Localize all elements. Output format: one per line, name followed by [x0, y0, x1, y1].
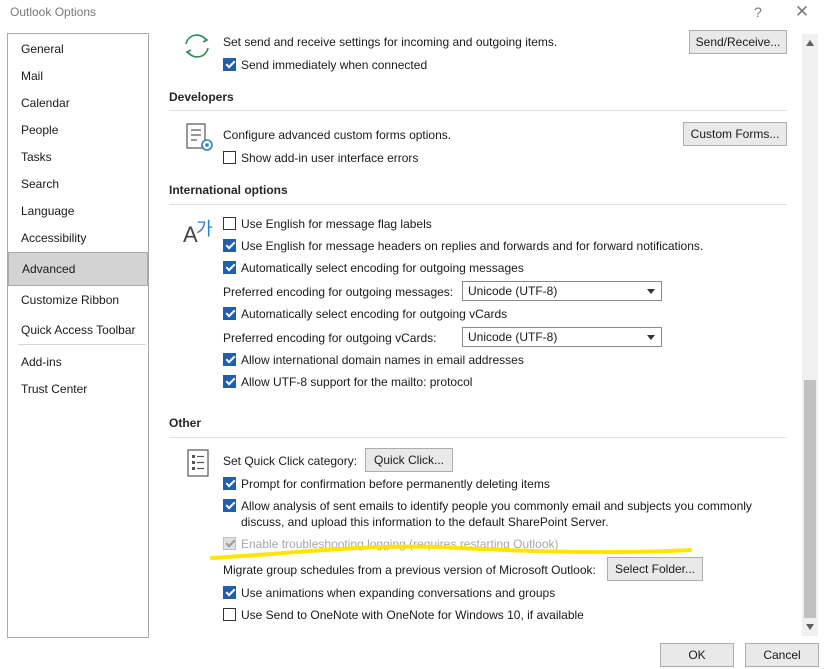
send-immediately-checkbox[interactable]: [223, 58, 236, 71]
intl-domain-names-checkbox[interactable]: [223, 353, 236, 366]
scroll-down-icon[interactable]: [806, 624, 814, 630]
section-divider: [169, 204, 787, 205]
scrollbar-thumb[interactable]: [804, 380, 816, 618]
auto-encoding-messages-checkbox[interactable]: [223, 261, 236, 274]
utf8-mailto-label: Allow UTF-8 support for the mailto: prot…: [241, 375, 473, 389]
english-headers-label: Use English for message headers on repli…: [241, 239, 704, 253]
custom-forms-button[interactable]: Custom Forms...: [683, 122, 787, 146]
nav-item-tasks[interactable]: Tasks: [8, 146, 148, 168]
english-flag-labels-checkbox[interactable]: [223, 217, 236, 230]
section-divider: [169, 110, 787, 111]
allow-analysis-label-line1: Allow analysis of sent emails to identif…: [241, 499, 752, 513]
animations-checkbox[interactable]: [223, 586, 236, 599]
window-title: Outlook Options: [10, 5, 97, 19]
preferred-encoding-messages-select[interactable]: Unicode (UTF-8): [462, 281, 662, 301]
cancel-button[interactable]: Cancel: [745, 643, 819, 667]
send-receive-description: Set send and receive settings for incomi…: [223, 35, 558, 49]
ok-button[interactable]: OK: [660, 643, 734, 667]
preferred-encoding-vcards-label: Preferred encoding for outgoing vCards:: [223, 331, 437, 345]
send-receive-button[interactable]: Send/Receive...: [689, 30, 787, 54]
sync-arrows-icon: [181, 32, 213, 60]
preferred-encoding-messages-value: Unicode (UTF-8): [468, 284, 558, 298]
intl-domain-names-label: Allow international domain names in emai…: [241, 353, 524, 367]
section-divider: [169, 437, 787, 438]
auto-encoding-messages-label: Automatically select encoding for outgoi…: [241, 261, 524, 275]
custom-forms-description: Configure advanced custom forms options.: [223, 128, 452, 142]
scroll-up-icon[interactable]: [806, 40, 814, 46]
chevron-down-icon: [647, 289, 655, 294]
preferred-encoding-vcards-select[interactable]: Unicode (UTF-8): [462, 327, 662, 347]
vertical-scrollbar[interactable]: [802, 34, 818, 636]
language-a-korean-icon: A 가: [183, 216, 219, 248]
nav-item-accessibility[interactable]: Accessibility: [8, 227, 148, 249]
yellow-annotation-stroke: [210, 544, 692, 560]
nav-item-search[interactable]: Search: [8, 173, 148, 195]
nav-item-add-ins[interactable]: Add-ins: [8, 351, 148, 373]
options-category-list: General Mail Calendar People Tasks Searc…: [7, 33, 149, 638]
other-header: Other: [169, 416, 202, 430]
allow-analysis-checkbox[interactable]: [223, 499, 236, 512]
show-addin-errors-label: Show add-in user interface errors: [241, 151, 419, 165]
nav-item-quick-access-toolbar[interactable]: Quick Access Toolbar: [8, 319, 148, 341]
list-checklist-icon: [185, 448, 213, 478]
show-addin-errors-checkbox[interactable]: [223, 151, 236, 164]
nav-item-trust-center[interactable]: Trust Center: [8, 378, 148, 400]
nav-item-advanced[interactable]: Advanced: [8, 252, 148, 286]
nav-item-mail[interactable]: Mail: [8, 65, 148, 87]
onenote-label: Use Send to OneNote with OneNote for Win…: [241, 608, 584, 622]
english-headers-checkbox[interactable]: [223, 239, 236, 252]
utf8-mailto-checkbox[interactable]: [223, 375, 236, 388]
nav-item-customize-ribbon[interactable]: Customize Ribbon: [8, 289, 148, 311]
close-icon[interactable]: ✕: [791, 1, 813, 23]
help-button[interactable]: ?: [748, 1, 768, 23]
icon-glyph-korean: 가: [196, 219, 213, 239]
allow-analysis-label-line2: discuss, and upload this information to …: [241, 515, 609, 529]
nav-item-people[interactable]: People: [8, 119, 148, 141]
nav-item-general[interactable]: General: [8, 38, 148, 60]
quick-click-label: Set Quick Click category:: [223, 454, 358, 468]
prompt-delete-checkbox[interactable]: [223, 477, 236, 490]
prompt-delete-label: Prompt for confirmation before permanent…: [241, 477, 550, 491]
auto-encoding-vcards-checkbox[interactable]: [223, 307, 236, 320]
nav-item-calendar[interactable]: Calendar: [8, 92, 148, 114]
preferred-encoding-vcards-value: Unicode (UTF-8): [468, 330, 558, 344]
nav-separator: [18, 344, 146, 345]
title-bar: Outlook Options ? ✕: [0, 0, 828, 26]
forms-gear-icon: [185, 122, 217, 154]
chevron-down-icon: [647, 335, 655, 340]
animations-label: Use animations when expanding conversati…: [241, 586, 556, 600]
auto-encoding-vcards-label: Automatically select encoding for outgoi…: [241, 307, 508, 321]
developers-header: Developers: [169, 90, 234, 104]
nav-item-language[interactable]: Language: [8, 200, 148, 222]
english-flag-labels-label: Use English for message flag labels: [241, 217, 432, 231]
send-immediately-label: Send immediately when connected: [241, 58, 428, 72]
international-options-header: International options: [169, 183, 288, 197]
quick-click-button[interactable]: Quick Click...: [365, 448, 453, 472]
migrate-schedules-label: Migrate group schedules from a previous …: [223, 563, 596, 577]
onenote-checkbox[interactable]: [223, 608, 236, 621]
outlook-options-dialog: Outlook Options ? ✕ General Mail Calenda…: [0, 0, 828, 669]
preferred-encoding-messages-label: Preferred encoding for outgoing messages…: [223, 285, 454, 299]
